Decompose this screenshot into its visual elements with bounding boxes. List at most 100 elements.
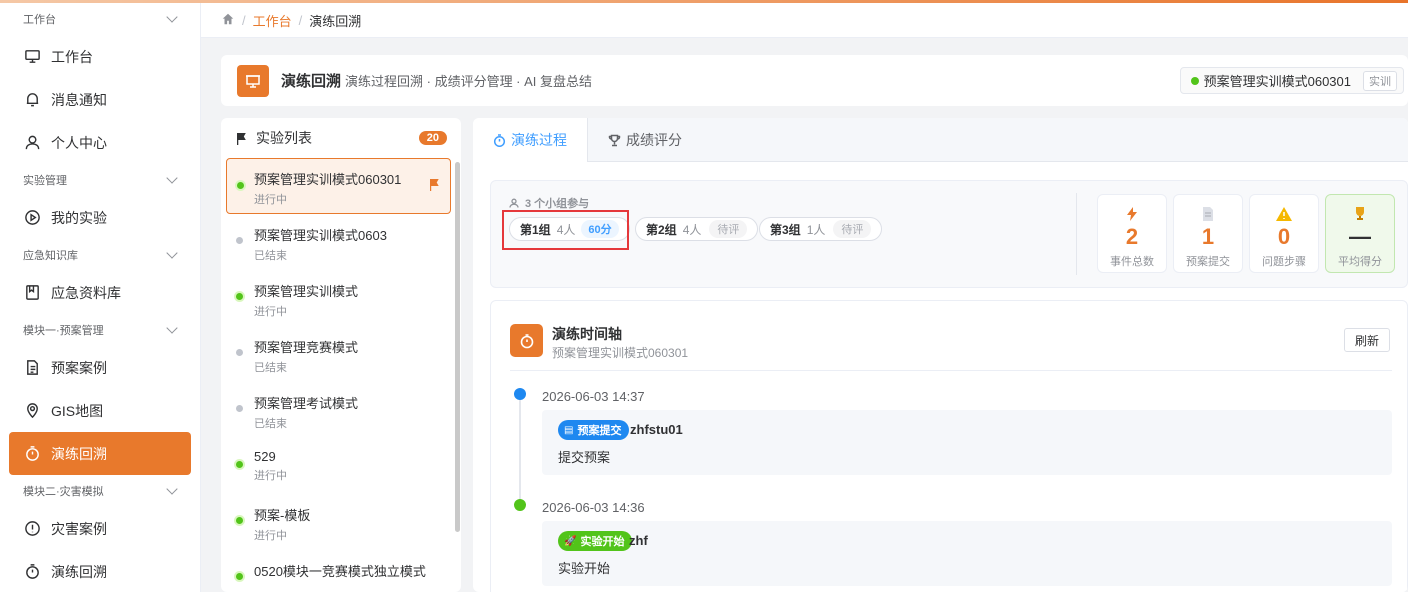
sidebar-item-label: 工作台 — [51, 48, 93, 65]
timeline-event: 🚀 实验开始 zhf 实验开始 — [542, 521, 1392, 586]
stat-value: 0 — [1277, 224, 1291, 249]
sidebar-item-profile[interactable]: 个人中心 — [0, 121, 200, 164]
sidebar-group-label: 实验管理 — [23, 175, 67, 187]
document-icon — [1174, 207, 1242, 223]
experiment-name: 预案管理竞赛模式 — [254, 340, 359, 355]
stopwatch-icon — [23, 445, 41, 463]
list-item[interactable]: 预案-模板 进行中 — [226, 494, 451, 550]
breadcrumb-separator: / — [242, 12, 246, 28]
timeline-dot — [514, 499, 526, 511]
divider — [510, 370, 1392, 371]
sidebar-item-label: 演练回溯 — [51, 445, 107, 462]
tab-label: 演练过程 — [511, 132, 567, 148]
stat-label: 事件总数 — [1110, 256, 1154, 268]
list-item[interactable]: 预案管理竞赛模式 已结束 — [226, 326, 451, 382]
sidebar-group-experiments[interactable]: 实验管理 — [0, 164, 200, 196]
stat-problem-steps: 0 问题步骤 — [1249, 194, 1319, 273]
list-item[interactable]: 预案管理考试模式 已结束 — [226, 382, 451, 438]
group-chip-2[interactable]: 第2组 4人 待评 — [635, 217, 759, 241]
trophy-icon — [608, 134, 621, 146]
event-type-badge: 🚀 实验开始 — [558, 531, 633, 551]
status-dot — [236, 517, 243, 524]
user-icon — [23, 134, 41, 152]
status-dot — [236, 405, 243, 412]
list-item[interactable]: 0520模块一竞赛模式独立模式 — [226, 550, 451, 592]
breadcrumb-separator: / — [298, 12, 303, 28]
event-message: 提交预案 — [558, 450, 611, 465]
sidebar-item-label: 应急资料库 — [51, 284, 121, 301]
sidebar-item-workbench[interactable]: 工作台 — [0, 35, 200, 78]
sidebar-item-drill-replay-active[interactable]: 演练回溯 — [9, 432, 191, 475]
timeline-title: 演练时间轴 — [552, 326, 622, 342]
sidebar-item-drill-replay-2[interactable]: 演练回溯 — [0, 550, 200, 592]
stat-label: 预案提交 — [1186, 256, 1230, 268]
list-item[interactable]: 预案管理实训模式 进行中 — [226, 270, 451, 326]
home-icon[interactable] — [221, 12, 235, 29]
sidebar-item-label: 消息通知 — [51, 91, 107, 108]
sidebar-item-label: 个人中心 — [51, 134, 107, 151]
experiment-count-badge: 20 — [418, 131, 447, 145]
tab-process[interactable]: 演练过程 — [473, 118, 588, 162]
list-item[interactable]: 预案管理实训模式060301 进行中 — [226, 158, 451, 214]
timeline-subtitle: 预案管理实训模式060301 — [552, 346, 689, 360]
experiment-status: 进行中 — [254, 306, 287, 318]
sidebar-item-label: 灾害案例 — [51, 520, 107, 537]
sidebar-item-resource-library[interactable]: 应急资料库 — [0, 271, 200, 314]
chevron-down-icon — [166, 483, 178, 495]
divider — [1076, 193, 1077, 275]
sidebar-group-label: 模块一·预案管理 — [23, 325, 104, 337]
sidebar-item-plan-cases[interactable]: 预案案例 — [0, 346, 200, 389]
tab-bar: 演练过程 成绩评分 — [473, 118, 1408, 162]
group-pending-badge: 待评 — [709, 220, 748, 238]
book-icon — [23, 284, 41, 302]
sidebar-item-gis-map[interactable]: GIS地图 — [0, 389, 200, 432]
groups-header: 3 个小组参与 — [509, 195, 589, 211]
groups-summary: 3 个小组参与 第1组 4人 60分 第2组 4人 待评 第3组 1人 待评 2… — [490, 180, 1408, 288]
list-item[interactable]: 预案管理实训模式0603 已结束 — [226, 214, 451, 270]
list-item[interactable]: 529 进行中 — [226, 438, 451, 494]
event-time: 2026-06-03 14:37 — [542, 389, 645, 404]
tab-label: 成绩评分 — [626, 132, 682, 148]
chevron-down-icon — [166, 322, 178, 334]
sidebar-item-disaster-cases[interactable]: 灾害案例 — [0, 507, 200, 550]
current-experiment-selector[interactable]: 预案管理实训模式060301 实训 — [1179, 67, 1404, 94]
experiment-list-header: 实验列表 20 — [221, 118, 461, 158]
sidebar-group-label: 应急知识库 — [23, 250, 78, 262]
group-name: 第3组 — [770, 222, 801, 237]
sidebar-item-my-experiments[interactable]: 我的实验 — [0, 196, 200, 239]
sidebar-item-label: GIS地图 — [51, 402, 104, 419]
scrollbar[interactable] — [455, 162, 460, 532]
sidebar-group-module1[interactable]: 模块一·预案管理 — [0, 314, 200, 346]
flag-icon — [237, 132, 246, 145]
group-chip-3[interactable]: 第3组 1人 待评 — [759, 217, 883, 241]
refresh-button[interactable]: 刷新 — [1343, 328, 1390, 352]
timeline-event: ▤ 预案提交 zhfstu01 提交预案 — [542, 410, 1392, 475]
experiment-name: 预案管理实训模式060301 — [254, 172, 402, 187]
experiment-name: 预案-模板 — [254, 508, 311, 523]
experiment-status: 进行中 — [254, 470, 287, 482]
sidebar-group-workbench[interactable]: 工作台 — [0, 3, 200, 35]
document-icon: ▤ — [564, 424, 574, 436]
sidebar-group-module2[interactable]: 模块二·灾害模拟 — [0, 475, 200, 507]
highlight-box — [502, 210, 629, 250]
status-dot — [236, 573, 243, 580]
bell-icon — [23, 91, 41, 109]
experiment-name: 预案管理实训模式0603 — [254, 228, 387, 243]
stopwatch-icon — [23, 563, 41, 581]
experiment-status: 已结束 — [254, 418, 287, 430]
breadcrumb-link-workbench[interactable]: 工作台 — [253, 11, 292, 30]
main-panel: 演练过程 成绩评分 3 个小组参与 第1组 4人 60分 第2组 4人 待评 第… — [473, 118, 1408, 592]
stat-label: 平均得分 — [1338, 256, 1382, 268]
status-dot — [236, 461, 243, 468]
sidebar-item-notifications[interactable]: 消息通知 — [0, 78, 200, 121]
experiment-name: 预案管理考试模式 — [254, 396, 359, 411]
experiment-list-panel: 实验列表 20 预案管理实训模式060301 进行中 预案管理实训模式0603 … — [221, 118, 461, 592]
experiment-status: 进行中 — [254, 530, 287, 542]
tab-score[interactable]: 成绩评分 — [588, 118, 702, 162]
experiment-status: 已结束 — [254, 250, 287, 262]
rocket-icon: 🚀 — [564, 535, 577, 547]
experiment-list: 预案管理实训模式060301 进行中 预案管理实训模式0603 已结束 预案管理… — [221, 158, 461, 592]
stat-event-total: 2 事件总数 — [1097, 194, 1167, 273]
sidebar-group-knowledge[interactable]: 应急知识库 — [0, 239, 200, 271]
status-dot — [237, 182, 244, 189]
